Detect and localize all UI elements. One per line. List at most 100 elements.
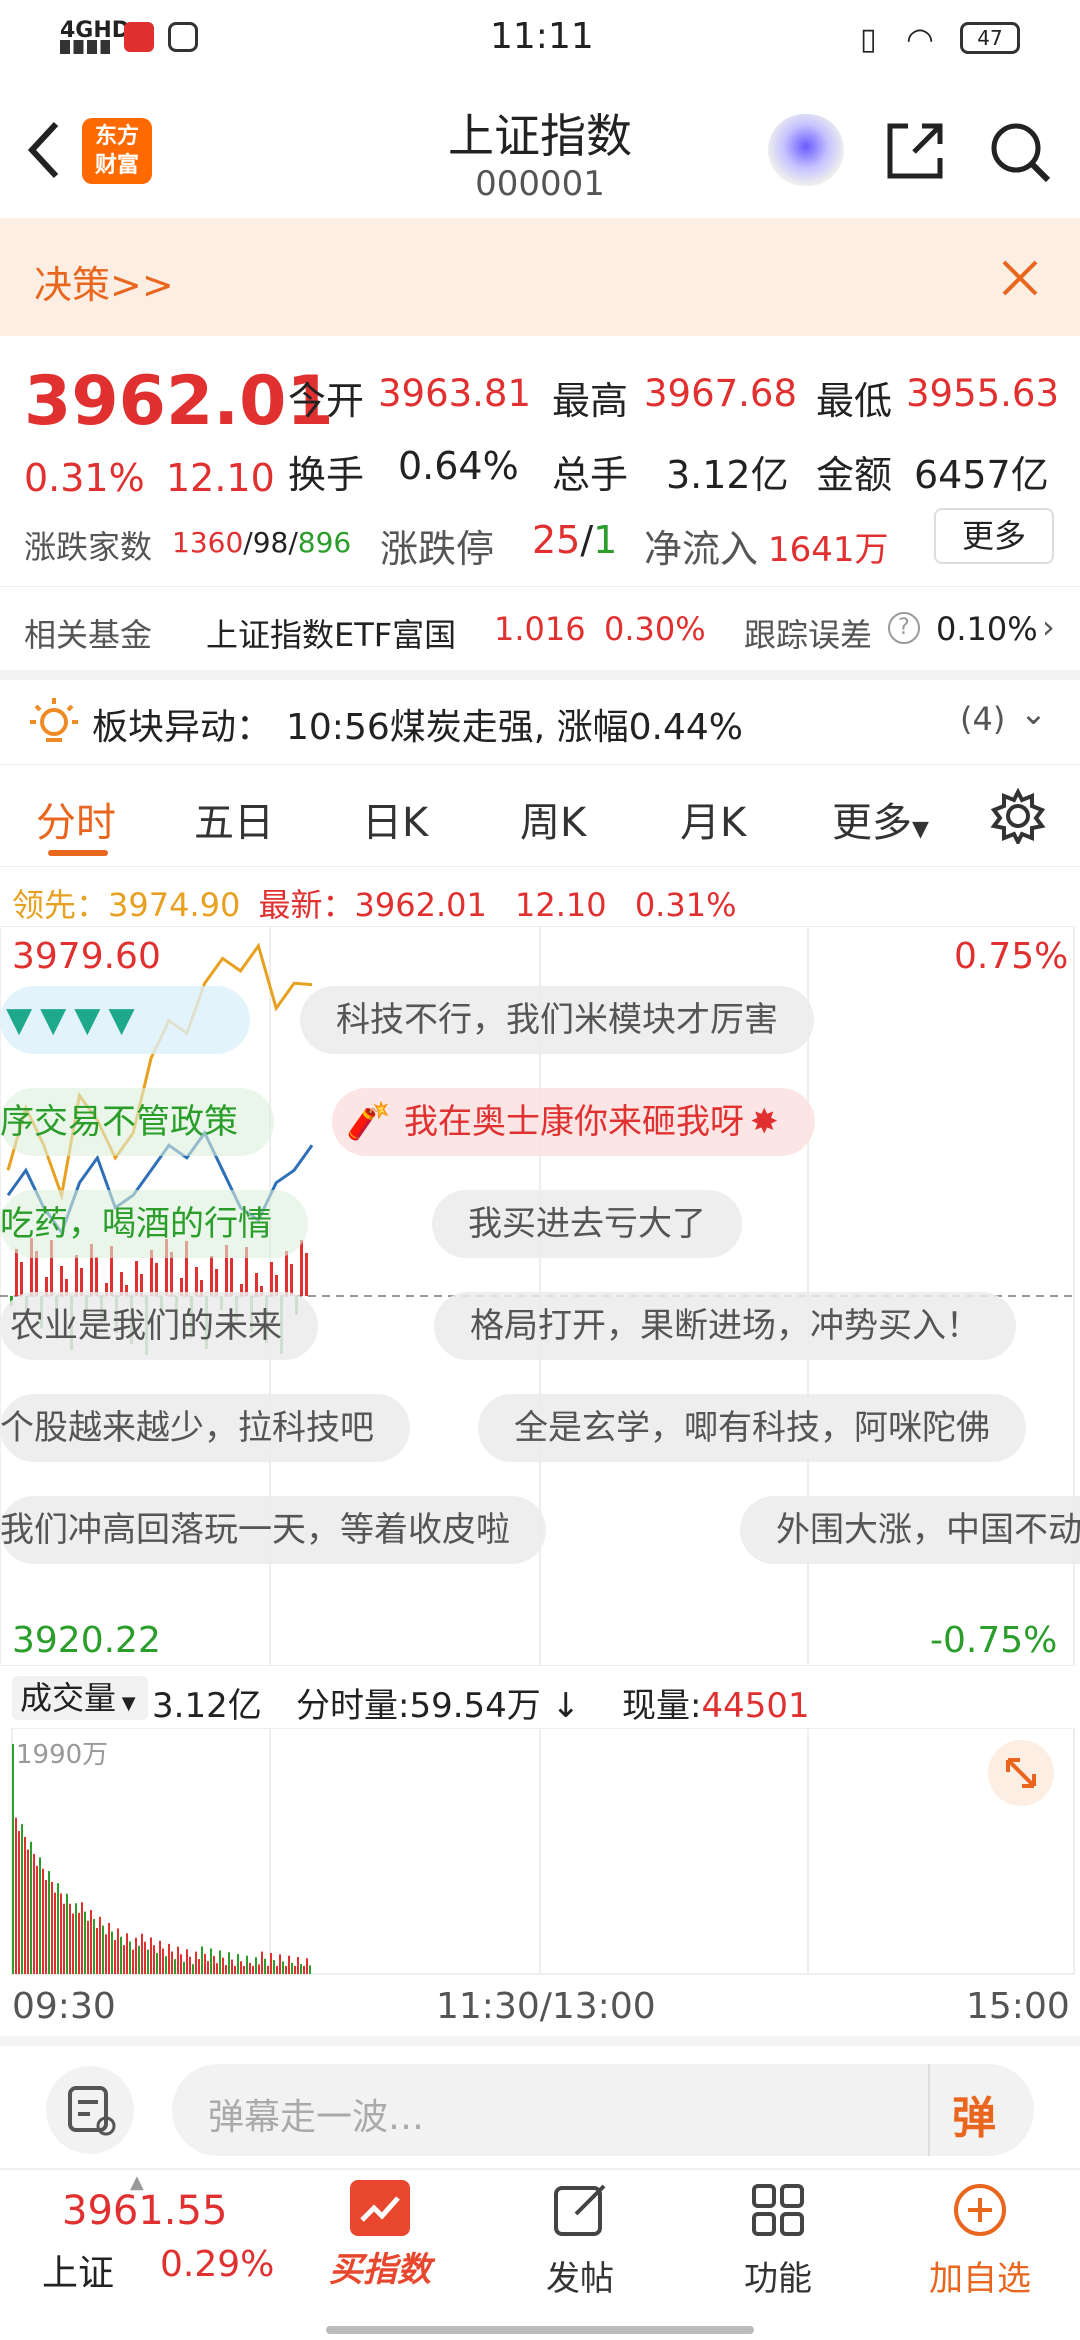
- volume-bar: [216, 1963, 218, 1974]
- volume-chart[interactable]: [0, 1728, 1080, 1978]
- volume-bar: [252, 1966, 254, 1974]
- tracking-error-value: 0.10%: [936, 610, 1038, 648]
- chevron-down-icon: ⌄: [1020, 694, 1047, 732]
- volume-bar: [228, 1952, 230, 1974]
- nav-index-price[interactable]: 3961.55: [62, 2188, 227, 2234]
- settings-gear-icon[interactable]: [990, 788, 1046, 844]
- caret-down-icon: ▼: [116, 1693, 136, 1714]
- danmaku-input[interactable]: 弹幕走一波… 弹: [172, 2064, 1034, 2156]
- volume-bar: [201, 1946, 203, 1974]
- volume-bar: [138, 1945, 140, 1974]
- minute-volume-label: 分时量:: [296, 1686, 410, 1726]
- volume-bar: [276, 1966, 278, 1974]
- sector-alert-row[interactable]: 板块异动： 10:56煤炭走强, 涨幅0.44% (4) ⌄: [0, 680, 1080, 760]
- volume-bar: [180, 1954, 182, 1974]
- tab-month-k[interactable]: 月K: [680, 790, 746, 848]
- header-change: 12.10: [515, 886, 607, 924]
- minute-volume: 分时量:59.54万 ↓: [296, 1686, 581, 1726]
- intraday-volume-bar: [170, 1252, 173, 1296]
- volume-bar: [63, 1903, 65, 1974]
- tab-day-k[interactable]: 日K: [362, 790, 428, 848]
- danmaku-item: 科技不行，我们米模块才厉害: [300, 986, 814, 1054]
- tab-active-indicator: [48, 850, 108, 856]
- close-icon[interactable]: [1000, 258, 1040, 298]
- tab-intraday[interactable]: 分时: [36, 790, 116, 848]
- nav-buy-index[interactable]: 买指数: [310, 2180, 450, 2291]
- decision-banner[interactable]: 决策>>: [0, 218, 1080, 336]
- firecracker-icon: 🧨: [346, 1101, 391, 1142]
- volume-bar: [45, 1880, 47, 1974]
- intraday-volume-bar: [95, 1257, 98, 1296]
- danmaku-settings-icon: [68, 2086, 116, 2136]
- help-icon[interactable]: ?: [888, 612, 920, 644]
- lead-value: 3974.90: [108, 886, 241, 924]
- axis-top-pct: 0.75%: [954, 936, 1069, 977]
- search-icon[interactable]: [988, 120, 1052, 184]
- volume-bar: [108, 1922, 110, 1974]
- volume-bar: [78, 1912, 80, 1974]
- volume-bar: [51, 1881, 53, 1974]
- volume-bar: [219, 1950, 221, 1974]
- volume-bar: [177, 1946, 179, 1974]
- danmaku-item: 格局打开，果断进场，冲势买入！: [434, 1292, 1016, 1360]
- tab-five-day[interactable]: 五日: [194, 790, 274, 848]
- volume-bar: [69, 1903, 71, 1974]
- danmaku-item: 吃药，喝酒的行情: [0, 1190, 308, 1258]
- decision-link[interactable]: 决策>>: [34, 254, 174, 309]
- vibrate-icon: ▯: [860, 22, 877, 57]
- robot-assistant-icon[interactable]: [768, 114, 844, 186]
- expand-arrows: [1006, 1758, 1036, 1788]
- add-circle-icon: [954, 2184, 1006, 2236]
- quote-panel: 3962.01 0.31% 12.10 今开 3963.81 最高 3967.6…: [0, 336, 1080, 576]
- volume-bar: [168, 1943, 170, 1974]
- tab-more-label: 更多: [832, 800, 912, 846]
- volume-bar: [75, 1903, 77, 1974]
- nav-function[interactable]: 功能: [708, 2180, 848, 2300]
- danmaku-item: 个股越来越少，拉科技吧: [0, 1394, 410, 1462]
- down-count: 896: [297, 526, 352, 559]
- turnover-label: 换手: [288, 453, 365, 497]
- volume-bar: [135, 1937, 137, 1974]
- tab-week-k[interactable]: 周K: [520, 790, 586, 848]
- app-header: 东方 财富 上证指数 000001: [0, 80, 1080, 218]
- grid-icon: [752, 2184, 804, 2236]
- intraday-volume-bar: [210, 1256, 213, 1296]
- volume-bar: [21, 1824, 23, 1974]
- intraday-volume-bar: [15, 1249, 18, 1296]
- danmaku-settings-button[interactable]: [46, 2066, 134, 2154]
- nav-post[interactable]: 发帖: [510, 2180, 650, 2300]
- danmaku-send-button[interactable]: 弹: [952, 2082, 996, 2146]
- nav-buy-label: 买指数: [329, 2250, 431, 2290]
- danmaku-item: 农业是我们的未来: [0, 1292, 318, 1360]
- low-label: 最低: [816, 379, 893, 423]
- fund-name[interactable]: 上证指数ETF富国: [206, 610, 456, 656]
- volume-bar: [15, 1817, 17, 1974]
- nav-add-watchlist[interactable]: 加自选: [910, 2180, 1050, 2300]
- intraday-volume-bar: [230, 1258, 233, 1296]
- more-button[interactable]: 更多: [934, 508, 1054, 564]
- input-divider: [928, 2064, 930, 2156]
- status-bar: 4GHD 11:11 ▯ ◠ 47: [0, 0, 1080, 80]
- volume-bar: [222, 1957, 224, 1974]
- edit-icon: [554, 2184, 606, 2236]
- current-volume-label: 现量:: [622, 1686, 702, 1726]
- volume-bar: [54, 1892, 56, 1974]
- volume-bar: [132, 1949, 134, 1974]
- axis-top-price: 3979.60: [12, 936, 161, 977]
- volume-bar: [207, 1961, 209, 1974]
- expand-icon[interactable]: [988, 1740, 1054, 1806]
- tab-more[interactable]: 更多▼: [832, 790, 929, 848]
- share-icon[interactable]: [884, 120, 946, 182]
- volume-bar: [27, 1849, 29, 1974]
- up-count: 1360: [172, 526, 244, 559]
- related-fund-row[interactable]: 相关基金 上证指数ETF富国 1.016 0.30% 跟踪误差 ? 0.10% …: [0, 590, 1080, 670]
- tracking-error-label: 跟踪误差: [744, 616, 873, 654]
- volume-bar: [237, 1954, 239, 1974]
- back-icon[interactable]: [26, 120, 62, 180]
- volume-selector[interactable]: 成交量 ▼: [12, 1676, 148, 1720]
- wifi-icon: ◠: [906, 20, 934, 58]
- volume-bar: [261, 1951, 263, 1974]
- volume-bar: [141, 1933, 143, 1974]
- minute-volume-value: 59.54万: [409, 1686, 541, 1726]
- fund-pct: 0.30%: [604, 610, 706, 648]
